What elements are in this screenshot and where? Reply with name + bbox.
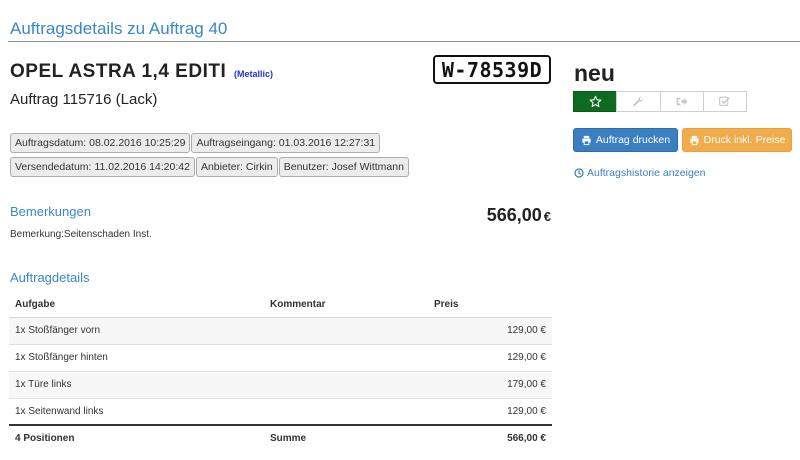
license-plate: W-78539D xyxy=(433,55,551,84)
total-amount-value: 566,00 xyxy=(486,205,542,225)
vehicle-paint: (Metallic) xyxy=(234,69,274,79)
order-number: Auftrag 115716 (Lack) xyxy=(10,91,158,108)
order-date-tag: Auftragsdatum: 08.02.2016 10:25:29 xyxy=(10,133,191,153)
print-order-label: Auftrag drucken xyxy=(595,134,671,146)
order-details-table: Aufgabe Kommentar Preis 1x Stoßfänger vo… xyxy=(9,292,552,450)
shipping-date-tag: Versendedatum: 11.02.2016 14:20:42 xyxy=(10,157,195,177)
print-with-prices-label: Druck inkl. Preise xyxy=(703,134,786,146)
status-dispatch-button[interactable] xyxy=(659,91,704,112)
wrench-icon xyxy=(633,96,644,107)
row-price: 129,00 € xyxy=(428,316,552,344)
row-price: 129,00 € xyxy=(428,397,552,425)
table-row: 1x Türe links 179,00 € xyxy=(9,370,552,398)
row-price: 179,00 € xyxy=(428,370,552,398)
order-info-tags: Auftragsdatum: 08.02.2016 10:25:29 Auftra… xyxy=(10,133,410,181)
vehicle-name: OPEL ASTRA 1,4 EDITI (Metallic) xyxy=(10,61,273,83)
table-row: 1x Seitenwand links 129,00 € xyxy=(9,397,552,425)
row-task: 1x Türe links xyxy=(9,370,264,398)
total-currency: € xyxy=(543,209,551,224)
remarks-heading: Bemerkungen xyxy=(10,204,91,219)
clock-icon xyxy=(574,168,584,178)
table-row: 1x Stoßfänger hinten 129,00 € xyxy=(9,343,552,371)
table-header-row: Aufgabe Kommentar Preis xyxy=(9,292,552,318)
row-task: 1x Seitenwand links xyxy=(9,397,264,425)
table-row: 1x Stoßfänger vorn 129,00 € xyxy=(9,316,552,344)
order-received-tag: Auftragseingang: 01.03.2016 12:27:31 xyxy=(191,133,381,153)
status-in-work-button[interactable] xyxy=(616,91,661,112)
row-task: 1x Stoßfänger vorn xyxy=(9,316,264,344)
vehicle-model: OPEL ASTRA 1,4 EDITI xyxy=(10,61,227,82)
status-done-button[interactable] xyxy=(702,91,747,112)
status-label: neu xyxy=(574,60,615,86)
column-header-price: Preis xyxy=(428,292,552,318)
print-icon xyxy=(582,135,591,145)
status-new-button[interactable] xyxy=(573,91,618,112)
row-task: 1x Stoßfänger hinten xyxy=(9,343,264,371)
check-square-icon xyxy=(719,96,731,106)
star-icon xyxy=(589,95,602,108)
print-with-prices-button[interactable]: Druck inkl. Preise xyxy=(682,128,792,152)
user-tag: Benutzer: Josef Wittmann xyxy=(278,157,409,177)
positions-count: 4 Positionen xyxy=(9,424,264,450)
sign-out-icon xyxy=(676,97,688,106)
column-header-task: Aufgabe xyxy=(9,292,264,318)
sum-label: Summe xyxy=(264,424,428,450)
row-comment xyxy=(264,397,428,425)
remark-text: Bemerkung:Seitenschaden Inst. xyxy=(10,229,152,240)
sum-value: 566,00 € xyxy=(428,424,552,450)
order-history-link[interactable]: Auftragshistorie anzeigen xyxy=(574,167,706,179)
row-comment xyxy=(264,343,428,371)
status-button-group xyxy=(573,91,747,112)
order-history-label: Auftragshistorie anzeigen xyxy=(587,167,706,179)
row-comment xyxy=(264,316,428,344)
print-order-button[interactable]: Auftrag drucken xyxy=(573,128,678,152)
page-title: Auftragsdetails zu Auftrag 40 xyxy=(10,19,228,38)
title-divider xyxy=(8,41,800,42)
row-comment xyxy=(264,370,428,398)
details-heading: Auftragdetails xyxy=(10,270,90,285)
total-amount: 566,00 € xyxy=(487,205,551,226)
table-footer-row: 4 Positionen Summe 566,00 € xyxy=(9,424,552,450)
provider-tag: Anbieter: Cirkin xyxy=(195,157,278,177)
row-price: 129,00 € xyxy=(428,343,552,371)
column-header-comment: Kommentar xyxy=(264,292,428,318)
print-icon xyxy=(690,135,699,145)
